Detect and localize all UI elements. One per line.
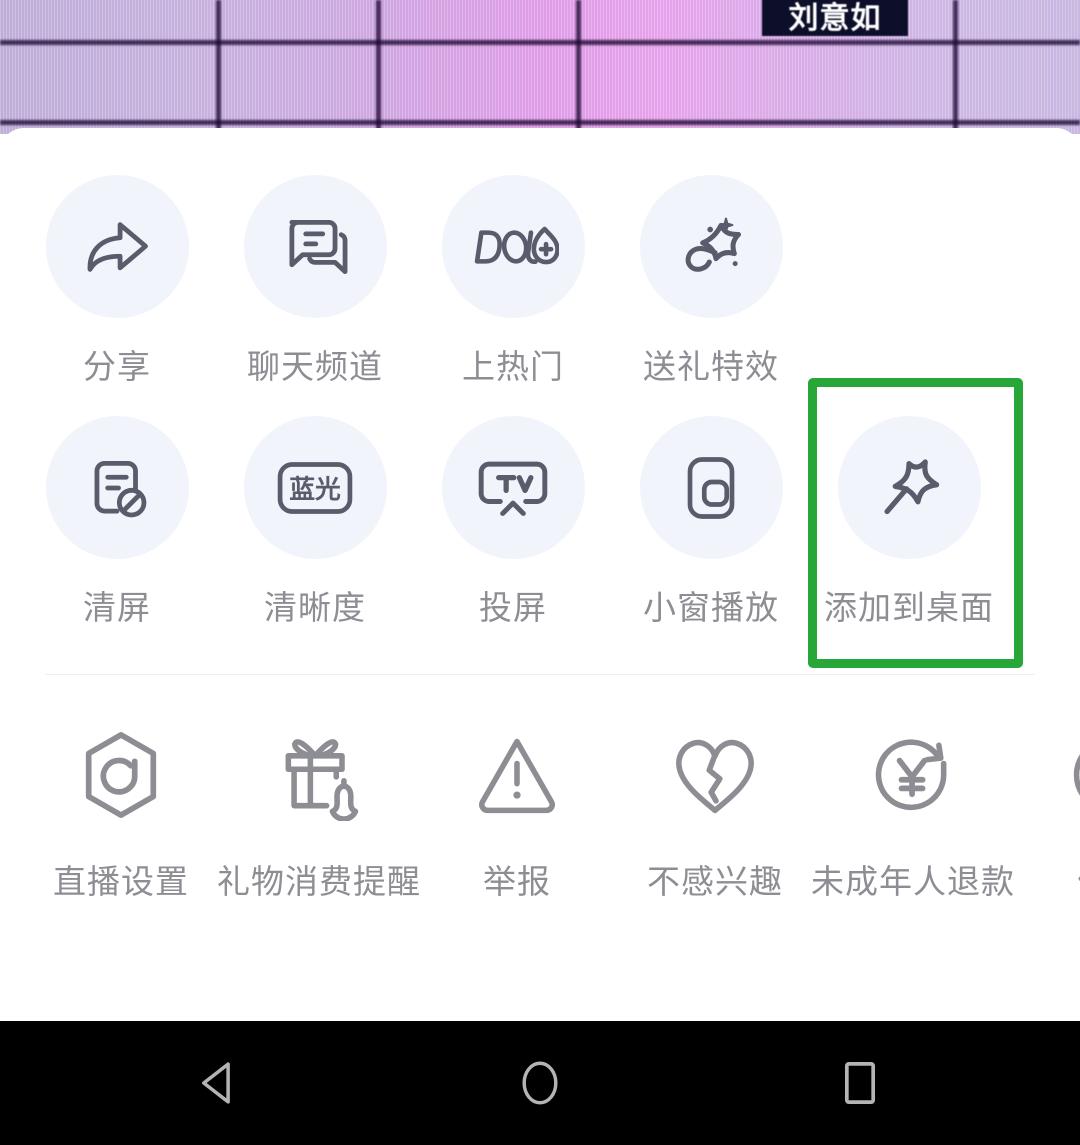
clear-screen-icon-wrap [45, 416, 189, 559]
pushpin-icon [884, 458, 940, 514]
bluray-quality-icon: 蓝光 [277, 461, 353, 514]
action-label: 直播设置 [53, 863, 189, 900]
primary-action-row: 清屏 蓝光 清晰度 投屏 小窗播放 添加到桌面 [0, 416, 1080, 629]
chat-icon-wrap [243, 175, 387, 318]
chat-bubbles-icon [289, 219, 348, 274]
nav-home-button[interactable] [440, 1021, 640, 1145]
quality-icon-wrap: 蓝光 [243, 416, 387, 559]
warning-icon-wrap [462, 727, 572, 823]
action-cast-to-tv[interactable]: 投屏 [414, 416, 612, 629]
action-video-quality[interactable]: 蓝光 清晰度 [216, 416, 414, 629]
hexagon-settings-icon [85, 732, 157, 818]
action-partial-next[interactable]: 优化 [1012, 727, 1080, 903]
streamer-name-badge: 刘意如 [762, 0, 908, 36]
action-label: 清屏 [83, 589, 151, 626]
action-label: 小窗播放 [643, 589, 779, 626]
action-label: 送礼特效 [643, 348, 779, 385]
primary-action-grid: 分享 聊天频道 上热门 送礼特效 清屏 蓝光 清晰度 投屏 小窗播放 添加到桌面 [0, 128, 1080, 629]
action-gift-spend-reminder[interactable]: 礼物消费提醒 [217, 727, 421, 903]
pushpin-icon-wrap [837, 416, 981, 559]
recents-square-icon [844, 1062, 876, 1104]
action-clear-screen[interactable]: 清屏 [18, 416, 216, 629]
action-minor-refund[interactable]: 未成年人退款 [811, 727, 1015, 903]
action-label: 聊天频道 [247, 348, 383, 385]
action-add-to-desktop[interactable]: 添加到桌面 [810, 416, 1008, 629]
secondary-action-row[interactable]: 直播设置 礼物消费提醒 举报 不感兴趣 未成年人退款 [0, 727, 1080, 903]
phone-screen: 刘意如 分享 聊天频道 上热门 送礼特效 清屏 蓝光 清晰度 投屏 小窗播放 添… [0, 0, 1080, 1145]
nav-recents-button[interactable] [760, 1021, 960, 1145]
action-label: 投屏 [479, 589, 547, 626]
picture-in-picture-icon [687, 456, 735, 519]
action-label: 清晰度 [264, 589, 366, 626]
scanline-texture [0, 0, 1080, 134]
action-gift-effects[interactable]: 送礼特效 [612, 175, 810, 388]
action-bottom-sheet: 分享 聊天频道 上热门 送礼特效 清屏 蓝光 清晰度 投屏 小窗播放 添加到桌面… [0, 128, 1080, 1021]
grid-line-vertical [953, 0, 958, 134]
cast-icon-wrap [441, 416, 585, 559]
dou-plus-icon [474, 226, 559, 264]
yuan-refund-icon [875, 739, 947, 811]
share-icon-wrap [45, 175, 189, 318]
action-picture-in-picture[interactable]: 小窗播放 [612, 416, 810, 629]
warning-triangle-icon [479, 738, 555, 814]
broken-heart-icon-wrap [660, 727, 770, 823]
partial-icon-wrap [1056, 727, 1080, 823]
pip-icon-wrap [639, 416, 783, 559]
action-report[interactable]: 举报 [418, 727, 616, 903]
svg-text:蓝光: 蓝光 [289, 474, 341, 504]
gift-effect-star-icon [685, 217, 741, 272]
share-arrow-icon [87, 221, 148, 272]
grid-line-vertical [216, 0, 221, 134]
action-label: 上热门 [462, 348, 564, 385]
action-promote-dou-plus[interactable]: 上热门 [414, 175, 612, 388]
clear-screen-icon [94, 460, 147, 517]
home-circle-icon [522, 1061, 558, 1105]
grid-line-vertical [376, 0, 381, 134]
action-label: 不感兴趣 [647, 863, 783, 900]
live-stream-background: 刘意如 [0, 0, 1080, 134]
action-label: 添加到桌面 [824, 589, 994, 626]
grid-line-horizontal [0, 40, 1080, 45]
grid-line-vertical [576, 0, 581, 134]
action-not-interested[interactable]: 不感兴趣 [616, 727, 814, 903]
section-divider [45, 674, 1035, 675]
android-navigation-bar [0, 1021, 1080, 1145]
nav-back-button[interactable] [120, 1021, 320, 1145]
tv-cast-icon [478, 461, 548, 516]
broken-heart-icon [676, 739, 754, 814]
action-label: 举报 [483, 863, 551, 900]
primary-action-row: 分享 聊天频道 上热门 送礼特效 [0, 175, 1080, 388]
action-chat-channel[interactable]: 聊天频道 [216, 175, 414, 388]
dou-plus-icon-wrap [441, 175, 585, 318]
action-label: 礼物消费提醒 [217, 863, 421, 900]
gift-effect-icon-wrap [639, 175, 783, 318]
action-label: 分享 [83, 348, 151, 385]
hexagon-settings-icon-wrap [66, 727, 176, 823]
refund-icon-wrap [858, 727, 968, 823]
action-share[interactable]: 分享 [18, 175, 216, 388]
grid-line-horizontal [0, 120, 1080, 125]
gift-bell-icon-wrap [264, 727, 374, 823]
partial-circle-icon [1073, 754, 1080, 796]
action-label: 未成年人退款 [811, 863, 1015, 900]
gift-bell-reminder-icon [285, 739, 359, 821]
action-live-settings[interactable]: 直播设置 [22, 727, 220, 903]
back-triangle-icon [202, 1062, 230, 1104]
